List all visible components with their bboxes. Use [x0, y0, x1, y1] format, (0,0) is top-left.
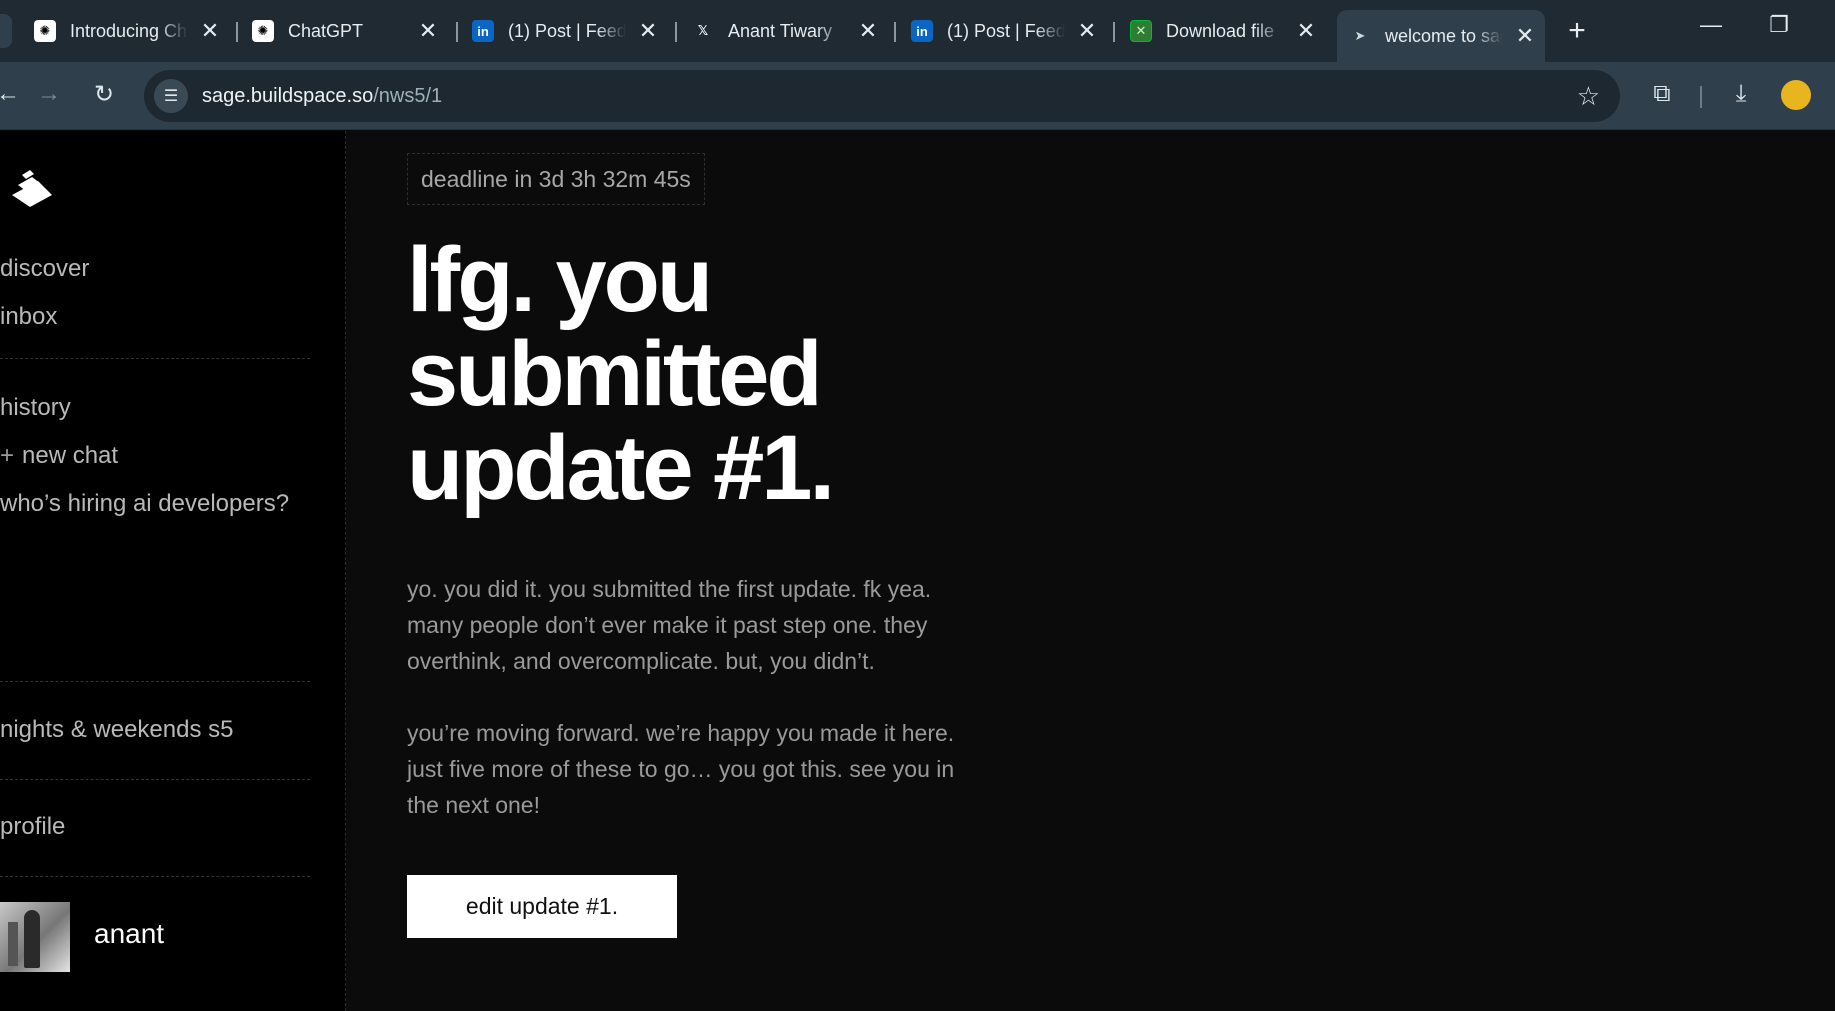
restore-window-icon[interactable]: ❐	[1764, 12, 1794, 38]
tab-title: Download file	[1166, 20, 1275, 41]
url-host: sage.buildspace.so	[202, 84, 374, 107]
buildspace-icon: ➤	[1354, 28, 1366, 43]
nav-discover[interactable]: discover	[0, 255, 89, 283]
tab-separator	[675, 22, 677, 42]
bookmark-star-icon[interactable]: ☆	[1577, 81, 1600, 112]
chatgpt-icon: ✺	[252, 20, 274, 42]
sidebar-divider	[0, 779, 310, 780]
chat-history-item[interactable]: who’s hiring ai developers?	[0, 490, 289, 518]
close-icon[interactable]: ✕	[638, 20, 658, 42]
new-chat-label: new chat	[22, 442, 119, 469]
close-icon[interactable]: ✕	[1515, 25, 1535, 47]
plus-icon: +	[0, 442, 15, 469]
sidebar-divider	[0, 358, 310, 359]
nav-inbox[interactable]: inbox	[0, 303, 57, 331]
buildspace-logo-icon[interactable]	[8, 165, 56, 213]
tab-introducing-chatgpt[interactable]: ✺ Introducing ChatGPT ✕	[22, 10, 230, 52]
tab-separator	[894, 22, 896, 42]
tab-separator	[236, 22, 238, 42]
tab-separator	[1113, 22, 1115, 42]
browser-toolbar: ← → ↻ ☰ sage.buildspace.so/nws5/1 ☆ ⧉ ⤓	[0, 62, 1835, 130]
tab-overflow-stub[interactable]	[0, 14, 12, 48]
reload-icon[interactable]: ↻	[86, 76, 122, 112]
sidebar: discover inbox history + new chat who’s h…	[0, 131, 346, 1011]
forward-arrow-icon[interactable]: →	[31, 76, 67, 112]
tab-title: Anant Tiwary	[728, 20, 833, 41]
close-icon[interactable]: ✕	[858, 20, 878, 42]
avatar-photo-figure	[24, 910, 40, 968]
tab-title: ChatGPT	[288, 20, 364, 41]
new-tab-plus-icon[interactable]: +	[1562, 14, 1592, 48]
back-arrow-icon[interactable]: ←	[0, 76, 26, 112]
linkedin-icon: in	[472, 20, 494, 42]
browser-tab-strip: ✺ Introducing ChatGPT ✕ ✺ ChatGPT ✕ in (…	[0, 0, 1835, 62]
page-headline: lfg. you submitted update #1.	[407, 229, 835, 519]
message-paragraph-1: yo. you did it. you submitted the first …	[407, 576, 932, 674]
extensions-puzzle-icon[interactable]: ⧉	[1644, 76, 1680, 112]
page-content: discover inbox history + new chat who’s h…	[0, 131, 1835, 1011]
nav-program[interactable]: nights & weekends s5	[0, 716, 233, 744]
tab-separator	[456, 22, 458, 42]
nav-history[interactable]: history	[0, 394, 71, 422]
user-avatar[interactable]	[0, 902, 70, 972]
close-icon[interactable]: ✕	[418, 20, 438, 42]
browser-profile-avatar[interactable]	[1781, 80, 1811, 110]
tab-title: Introducing ChatGPT	[70, 20, 188, 41]
close-icon[interactable]: ✕	[1296, 20, 1316, 42]
tab-x-anant-tiwary[interactable]: 𝕏 Anant Tiwary ✕	[680, 10, 888, 52]
url-path: /nws5/1	[373, 84, 443, 107]
user-name[interactable]: anant	[94, 918, 164, 950]
download-file-icon: ✕	[1130, 20, 1152, 42]
x-icon: 𝕏	[697, 23, 709, 38]
sidebar-divider	[0, 876, 310, 877]
tab-linkedin-post-2[interactable]: in (1) Post | Feed ✕	[899, 10, 1107, 52]
close-icon[interactable]: ✕	[1077, 20, 1097, 42]
nav-new-chat[interactable]: + new chat	[0, 442, 118, 470]
tab-welcome-to-sage[interactable]: ➤ welcome to sage ✕	[1337, 10, 1545, 62]
deadline-countdown: deadline in 3d 3h 32m 45s	[407, 153, 705, 205]
tab-title: (1) Post | Feed	[508, 20, 626, 41]
downloads-icon[interactable]: ⤓	[1723, 76, 1759, 112]
avatar-photo-detail	[8, 922, 18, 966]
tab-chatgpt[interactable]: ✺ ChatGPT ✕	[240, 10, 448, 52]
message-paragraph-2: you’re moving forward. we’re happy you m…	[407, 720, 955, 818]
address-bar[interactable]: ☰ sage.buildspace.so/nws5/1 ☆	[144, 70, 1620, 122]
chatgpt-icon: ✺	[34, 20, 56, 42]
edit-update-button[interactable]: edit update #1.	[407, 875, 677, 938]
nav-profile[interactable]: profile	[0, 813, 65, 841]
site-settings-icon[interactable]: ☰	[154, 79, 188, 113]
tab-title: welcome to sage	[1385, 25, 1503, 46]
sidebar-divider	[0, 681, 310, 682]
close-icon[interactable]: ✕	[200, 20, 220, 42]
tab-title: (1) Post | Feed	[947, 20, 1065, 41]
tab-download-file[interactable]: ✕ Download file ✕	[1118, 10, 1326, 52]
minimize-icon[interactable]: —	[1696, 12, 1726, 38]
tab-linkedin-post-1[interactable]: in (1) Post | Feed ✕	[460, 10, 668, 52]
url-text[interactable]: sage.buildspace.so/nws5/1	[202, 85, 442, 108]
toolbar-separator	[1700, 86, 1702, 108]
linkedin-icon: in	[911, 20, 933, 42]
